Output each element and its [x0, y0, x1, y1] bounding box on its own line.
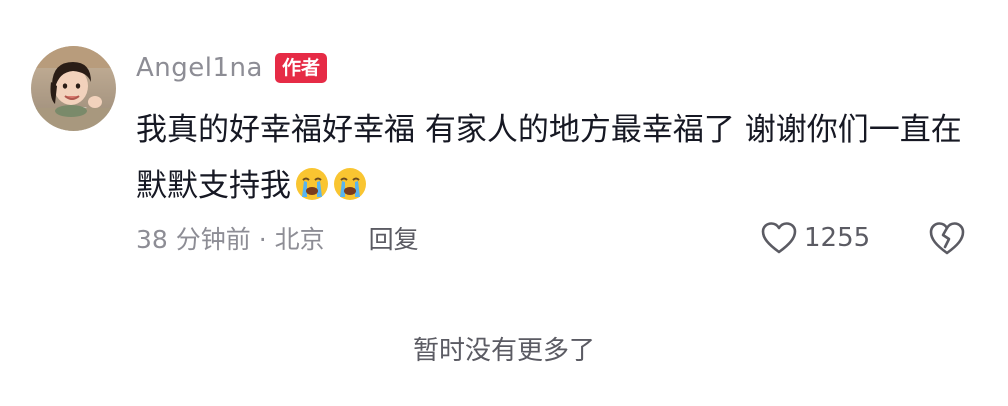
no-more-text: 暂时没有更多了	[412, 336, 595, 366]
like-count: 1255	[804, 223, 871, 253]
avatar[interactable]	[31, 46, 116, 131]
comment-item: Angel1na 作者 我真的好幸福好幸福 有家人的地方最幸福了 谢谢你们一直在…	[0, 0, 1008, 280]
crying-emoji-icon	[334, 168, 366, 200]
author-badge: 作者	[274, 53, 327, 83]
username[interactable]: Angel1na	[136, 53, 263, 83]
time-location: 38 分钟前 · 北京	[136, 225, 325, 254]
comment-meta: 38 分钟前 · 北京 回复	[136, 218, 419, 258]
heart-outline-icon	[761, 222, 797, 254]
reply-button[interactable]: 回复	[369, 220, 419, 256]
broken-heart-icon[interactable]	[928, 220, 966, 256]
comment-header: Angel1na 作者	[136, 49, 327, 87]
like-button[interactable]: 1255	[760, 218, 870, 258]
crying-emoji-icon	[296, 168, 328, 200]
comment-body: 我真的好幸福好幸福 有家人的地方最幸福了 谢谢你们一直在默默支持我	[136, 102, 971, 214]
comment-text: 我真的好幸福好幸福 有家人的地方最幸福了 谢谢你们一直在默默支持我	[136, 112, 962, 204]
